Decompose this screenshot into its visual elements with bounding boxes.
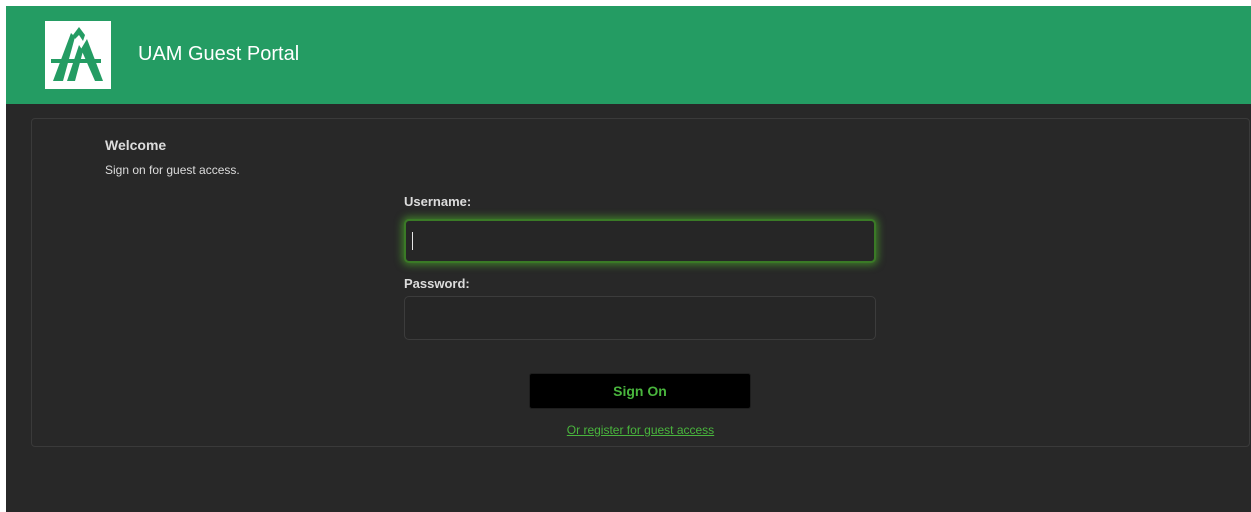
text-caret [412, 232, 413, 250]
register-link[interactable]: Or register for guest access [548, 423, 733, 437]
username-label: Username: [404, 194, 472, 209]
page: UAM Guest Portal Welcome Sign on for gue… [6, 6, 1251, 512]
uam-logo-icon [45, 21, 111, 89]
welcome-subtitle: Sign on for guest access. [105, 163, 240, 177]
welcome-heading: Welcome [105, 137, 167, 153]
header-bar: UAM Guest Portal [6, 6, 1251, 104]
password-input[interactable] [404, 296, 876, 340]
password-label: Password: [404, 276, 470, 291]
sign-on-button[interactable]: Sign On [529, 373, 751, 409]
portal-title: UAM Guest Portal [138, 43, 300, 65]
login-panel: Welcome Sign on for guest access. Userna… [31, 118, 1250, 447]
username-input[interactable] [404, 219, 876, 263]
